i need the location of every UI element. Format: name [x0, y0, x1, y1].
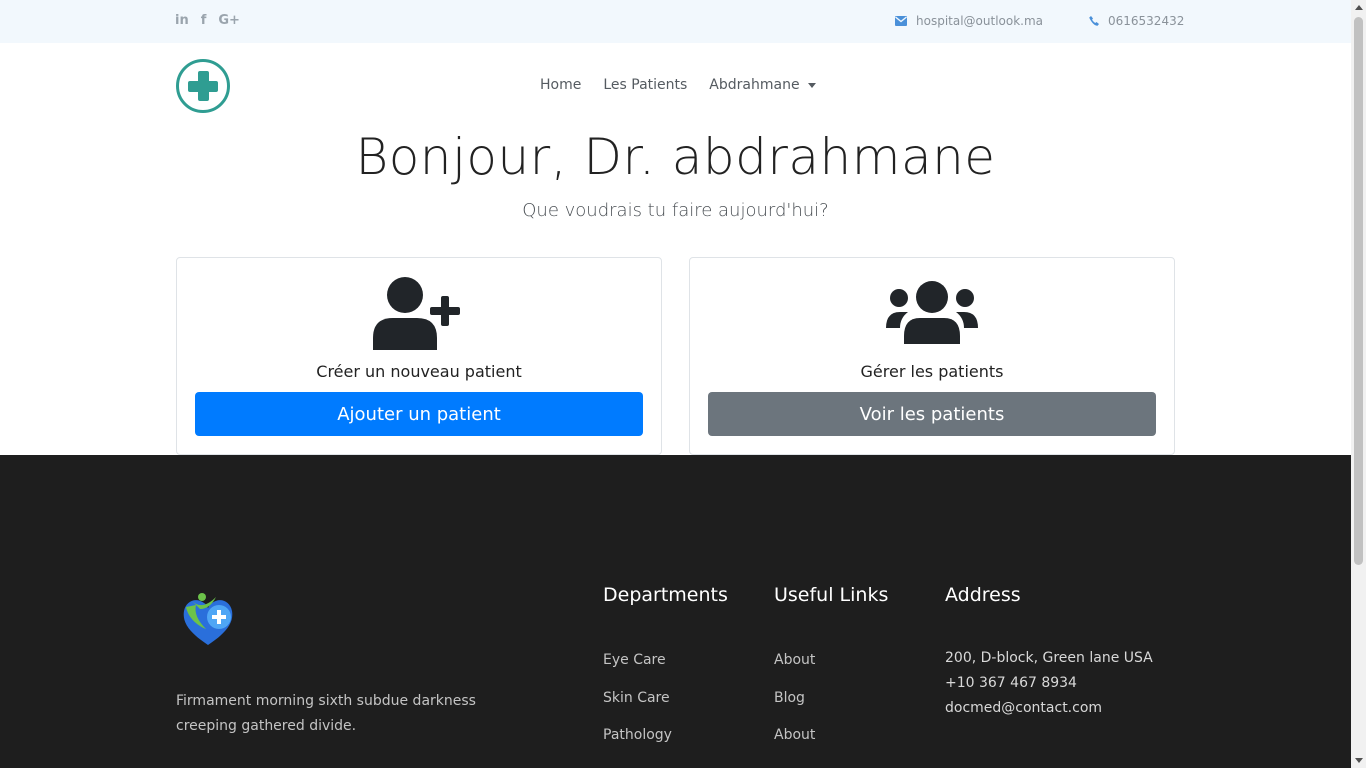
- caret-down-icon: [807, 82, 816, 88]
- departments-heading: Departments: [603, 584, 728, 606]
- manage-patients-card: Gérer les patients Voir les patients: [689, 257, 1175, 455]
- top-contact-bar: in f G+ hospital@outlook.ma 0616532432: [0, 0, 1351, 43]
- footer-link-eye-care[interactable]: Eye Care: [603, 652, 672, 690]
- main-nav: Home Les Patients Abdrahmane: [540, 77, 816, 93]
- page-subtitle: Que voudrais tu faire aujourd'hui?: [522, 200, 829, 221]
- address-heading: Address: [945, 584, 1021, 606]
- heart-health-logo-icon[interactable]: [180, 591, 236, 651]
- page-scrollbar[interactable]: [1351, 0, 1366, 768]
- phone-contact[interactable]: 0616532432: [1089, 14, 1184, 28]
- scrollbar-thumb[interactable]: [1354, 17, 1363, 565]
- address-email[interactable]: docmed@contact.com: [945, 696, 1205, 721]
- footer-link-pathology[interactable]: Pathology: [603, 727, 672, 765]
- linkedin-icon[interactable]: in: [175, 13, 189, 29]
- social-links: in f G+: [175, 13, 240, 29]
- facebook-icon[interactable]: f: [201, 13, 207, 29]
- useful-links-heading: Useful Links: [774, 584, 889, 606]
- useful-links-column: Useful Links About Blog About: [774, 584, 889, 743]
- phone-icon: [1089, 16, 1099, 26]
- departments-column: Departments Eye Care Skin Care Pathology: [603, 584, 728, 743]
- user-dropdown[interactable]: Abdrahmane: [709, 77, 816, 93]
- nav-item-les-patients[interactable]: Les Patients: [603, 77, 687, 93]
- address-column: Address 200, D-block, Green lane USA +10…: [945, 584, 1153, 716]
- google-plus-icon[interactable]: G+: [218, 13, 240, 29]
- email-text: hospital@outlook.ma: [916, 14, 1044, 28]
- address-line: 200, D-block, Green lane USA: [945, 650, 1153, 666]
- footer-description: Firmament morning sixth subdue darkness …: [176, 693, 476, 734]
- scroll-up-icon[interactable]: [1355, 5, 1363, 10]
- scroll-down-icon[interactable]: [1355, 758, 1363, 763]
- phone-text: 0616532432: [1108, 14, 1185, 28]
- users-icon: [886, 281, 978, 344]
- page-title: Bonjour, Dr. abdrahmane: [355, 128, 996, 186]
- user-plus-icon: [373, 277, 460, 350]
- email-contact[interactable]: hospital@outlook.ma: [895, 14, 1043, 28]
- medical-cross-icon[interactable]: [176, 59, 230, 113]
- create-patient-card: Créer un nouveau patient Ajouter un pati…: [176, 257, 662, 455]
- footer-link-blog[interactable]: Blog: [774, 690, 815, 728]
- address-phone: +10 367 467 8934: [945, 675, 1077, 691]
- card-title: Gérer les patients: [860, 362, 1004, 381]
- view-patients-button[interactable]: Voir les patients: [708, 392, 1156, 436]
- nav-item-home[interactable]: Home: [540, 77, 581, 93]
- user-dropdown-label: Abdrahmane: [709, 77, 800, 93]
- envelope-icon: [895, 16, 907, 26]
- footer-link-about-2[interactable]: About: [774, 727, 815, 765]
- footer: Firmament morning sixth subdue darkness …: [0, 455, 1351, 768]
- card-title: Créer un nouveau patient: [316, 362, 522, 381]
- footer-link-skin-care[interactable]: Skin Care: [603, 690, 672, 728]
- footer-link-about[interactable]: About: [774, 652, 815, 690]
- add-patient-button[interactable]: Ajouter un patient: [195, 392, 643, 436]
